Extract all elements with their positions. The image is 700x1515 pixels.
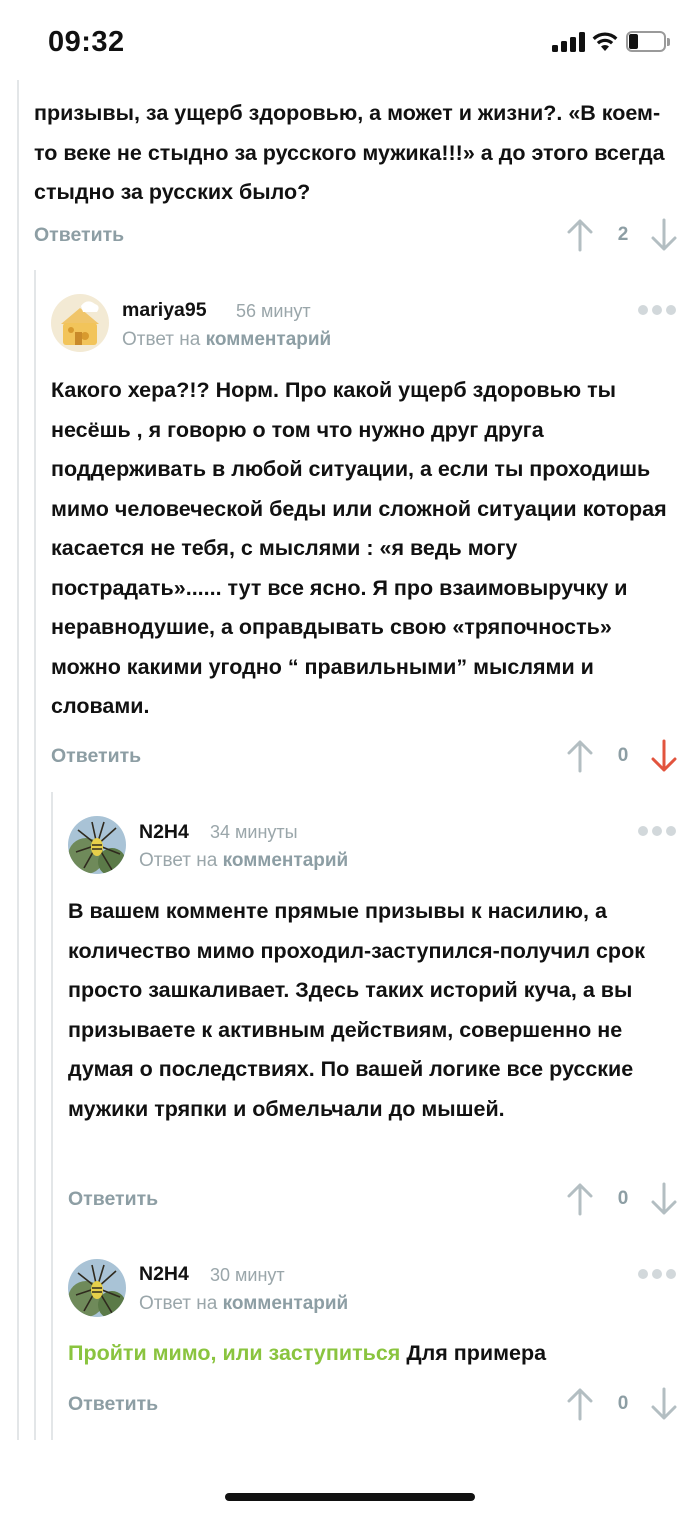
comment-link[interactable]: Пройти мимо, или заступиться <box>68 1341 400 1365</box>
vote-count: 0 <box>617 1188 629 1209</box>
comment-time: 34 минуты <box>210 822 298 842</box>
vote-count: 0 <box>617 1393 629 1414</box>
reply-to-label: Ответ на комментарий <box>139 850 348 872</box>
downvote-arrow-icon[interactable] <box>650 1387 678 1421</box>
downvote-arrow-active-icon[interactable] <box>650 739 678 773</box>
downvote-arrow-icon[interactable] <box>650 218 678 252</box>
battery-icon <box>626 31 670 53</box>
status-time: 09:32 <box>48 26 125 58</box>
comment-text-after-link: Для примера <box>400 1341 547 1365</box>
comment-text: призывы, за ущерб здоровью, а может и жи… <box>34 101 665 204</box>
reply-button[interactable]: Ответить <box>68 1188 158 1211</box>
comment-text: Какого хера?!? Норм. Про какой ущерб здо… <box>51 378 667 718</box>
status-bar: 09:32 <box>0 0 700 80</box>
comment-text: Пройти мимо, или заступиться Для примера <box>68 1334 678 1374</box>
vote-controls: 0 <box>566 1387 680 1423</box>
reply-button[interactable]: Ответить <box>68 1393 158 1416</box>
reply-to-prefix: Ответ на <box>122 329 201 350</box>
reply-to-comment-link[interactable]: комментарий <box>223 850 349 871</box>
vote-controls: 0 <box>566 1182 680 1218</box>
reply-to-label: Ответ на комментарий <box>139 1293 348 1315</box>
home-indicator[interactable] <box>225 1493 475 1501</box>
upvote-arrow-icon[interactable] <box>566 1387 594 1421</box>
vote-count: 2 <box>617 224 629 245</box>
user-avatar[interactable] <box>51 294 109 352</box>
vote-controls: 2 <box>566 218 680 254</box>
reply-to-comment-link[interactable]: комментарий <box>206 329 332 350</box>
comment-time: 30 минут <box>210 1265 285 1285</box>
wifi-icon <box>592 32 618 51</box>
comment-time: 56 минут <box>236 301 311 321</box>
thread-line <box>51 792 53 1440</box>
reply-to-prefix: Ответ на <box>139 1293 218 1314</box>
thread-line <box>34 270 36 1440</box>
cellular-signal-icon <box>552 32 586 52</box>
reply-to-comment-link[interactable]: комментарий <box>223 1293 349 1314</box>
spider-avatar-icon <box>68 816 126 874</box>
user-avatar[interactable] <box>68 816 126 874</box>
user-avatar[interactable] <box>68 1259 126 1317</box>
username[interactable]: mariya95 <box>122 299 207 322</box>
downvote-arrow-icon[interactable] <box>650 1182 678 1216</box>
vote-count: 0 <box>617 745 629 766</box>
more-options-icon[interactable] <box>638 1266 678 1282</box>
thread-line <box>17 80 19 1440</box>
more-options-icon[interactable] <box>638 302 678 318</box>
cheese-house-avatar-icon <box>51 294 109 352</box>
vote-controls: 0 <box>566 739 680 775</box>
reply-button[interactable]: Ответить <box>51 745 141 768</box>
comment-text: В вашем комменте прямые призывы к насили… <box>68 899 645 1121</box>
upvote-arrow-icon[interactable] <box>566 1182 594 1216</box>
upvote-arrow-icon[interactable] <box>566 739 594 773</box>
more-options-icon[interactable] <box>638 823 678 839</box>
username[interactable]: N2H4 <box>139 1263 189 1286</box>
reply-button[interactable]: Ответить <box>34 224 124 247</box>
spider-avatar-icon <box>68 1259 126 1317</box>
reply-to-prefix: Ответ на <box>139 850 218 871</box>
reply-to-label: Ответ на комментарий <box>122 329 331 351</box>
username[interactable]: N2H4 <box>139 821 189 844</box>
upvote-arrow-icon[interactable] <box>566 218 594 252</box>
